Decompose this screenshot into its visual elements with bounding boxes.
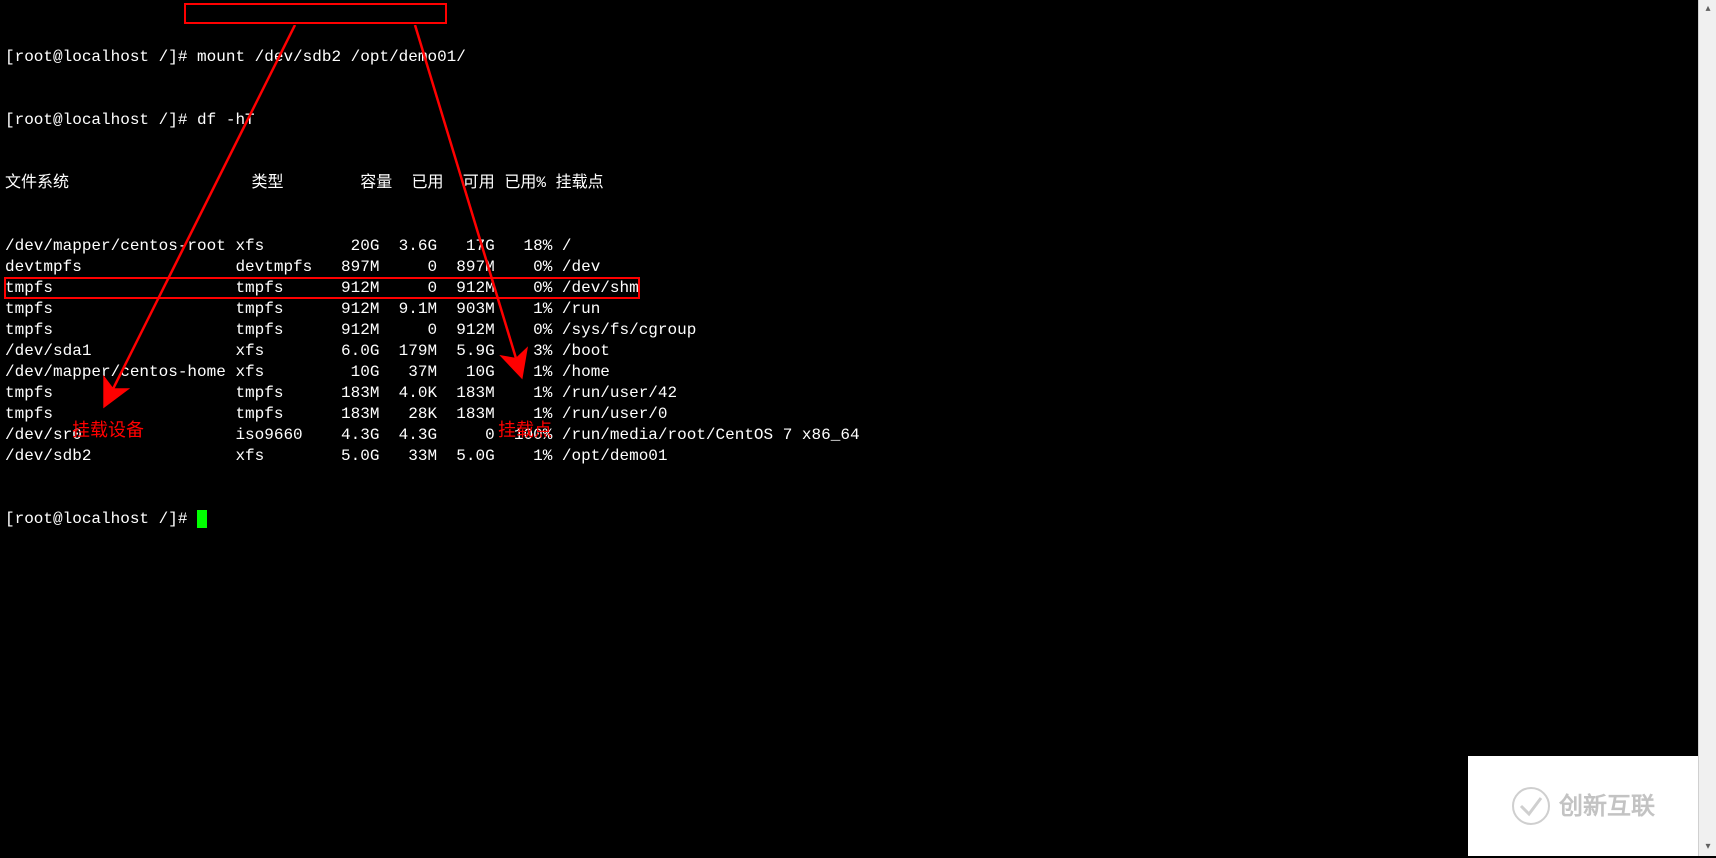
df-row: /dev/sda1 xfs 6.0G 179M 5.9G 3% /boot — [5, 341, 1711, 362]
scroll-up-button[interactable]: ▴ — [1699, 0, 1716, 18]
df-data-rows: /dev/mapper/centos-root xfs 20G 3.6G 17G… — [5, 236, 1711, 467]
df-row: tmpfs tmpfs 912M 9.1M 903M 1% /run — [5, 299, 1711, 320]
df-header-row: 文件系统 类型 容量 已用 可用 已用% 挂载点 — [5, 173, 1711, 194]
df-row: /dev/sr0 iso9660 4.3G 4.3G 0 100% /run/m… — [5, 425, 1711, 446]
command-mount: mount /dev/sdb2 /opt/demo01/ — [197, 48, 466, 66]
prompt: [root@localhost /]# — [5, 111, 197, 129]
terminal-output[interactable]: [root@localhost /]# mount /dev/sdb2 /opt… — [0, 0, 1716, 619]
terminal-cursor — [197, 510, 207, 528]
df-row: /dev/mapper/centos-home xfs 10G 37M 10G … — [5, 362, 1711, 383]
df-row: /dev/mapper/centos-root xfs 20G 3.6G 17G… — [5, 236, 1711, 257]
annotation-mount-device: 挂载设备 — [72, 420, 144, 441]
df-row: tmpfs tmpfs 912M 0 912M 0% /dev/shm — [5, 278, 1711, 299]
highlight-box-command — [184, 3, 447, 24]
df-row: devtmpfs devtmpfs 897M 0 897M 0% /dev — [5, 257, 1711, 278]
annotation-mount-point: 挂载点 — [498, 420, 552, 441]
df-row: tmpfs tmpfs 183M 4.0K 183M 1% /run/user/… — [5, 383, 1711, 404]
df-row: /dev/sdb2 xfs 5.0G 33M 5.0G 1% /opt/demo… — [5, 446, 1711, 467]
watermark-logo-icon — [1511, 786, 1551, 826]
prompt: [root@localhost /]# — [5, 48, 197, 66]
command-df: df -hT — [197, 111, 255, 129]
scroll-down-button[interactable]: ▾ — [1699, 838, 1716, 856]
df-row: tmpfs tmpfs 183M 28K 183M 1% /run/user/0 — [5, 404, 1711, 425]
prompt-line-1: [root@localhost /]# mount /dev/sdb2 /opt… — [5, 47, 1711, 68]
watermark-text: 创新互联 — [1559, 796, 1655, 817]
scrollbar[interactable]: ▴ ▾ — [1698, 0, 1716, 856]
prompt-line-2: [root@localhost /]# df -hT — [5, 110, 1711, 131]
prompt: [root@localhost /]# — [5, 510, 197, 528]
df-row: tmpfs tmpfs 912M 0 912M 0% /sys/fs/cgrou… — [5, 320, 1711, 341]
watermark: 创新互联 — [1468, 756, 1698, 856]
prompt-line-3: [root@localhost /]# — [5, 509, 1711, 530]
